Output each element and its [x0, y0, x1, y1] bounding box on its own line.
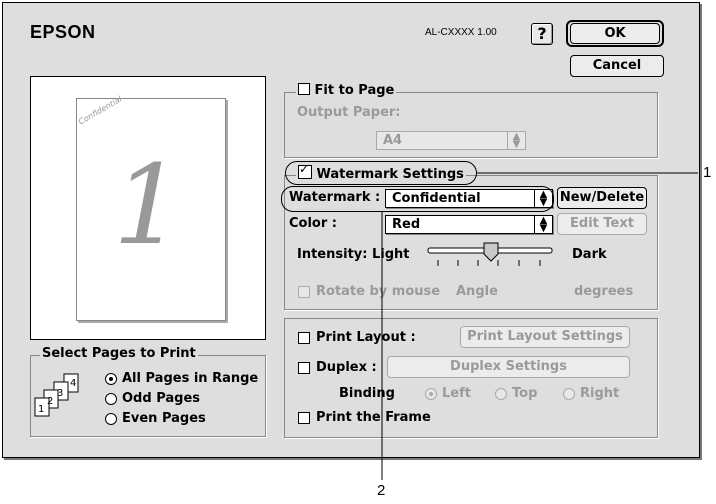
callout-1-number: 1 — [703, 164, 712, 181]
callout-lines — [381, 172, 698, 480]
callout-2-number: 2 — [377, 482, 386, 499]
